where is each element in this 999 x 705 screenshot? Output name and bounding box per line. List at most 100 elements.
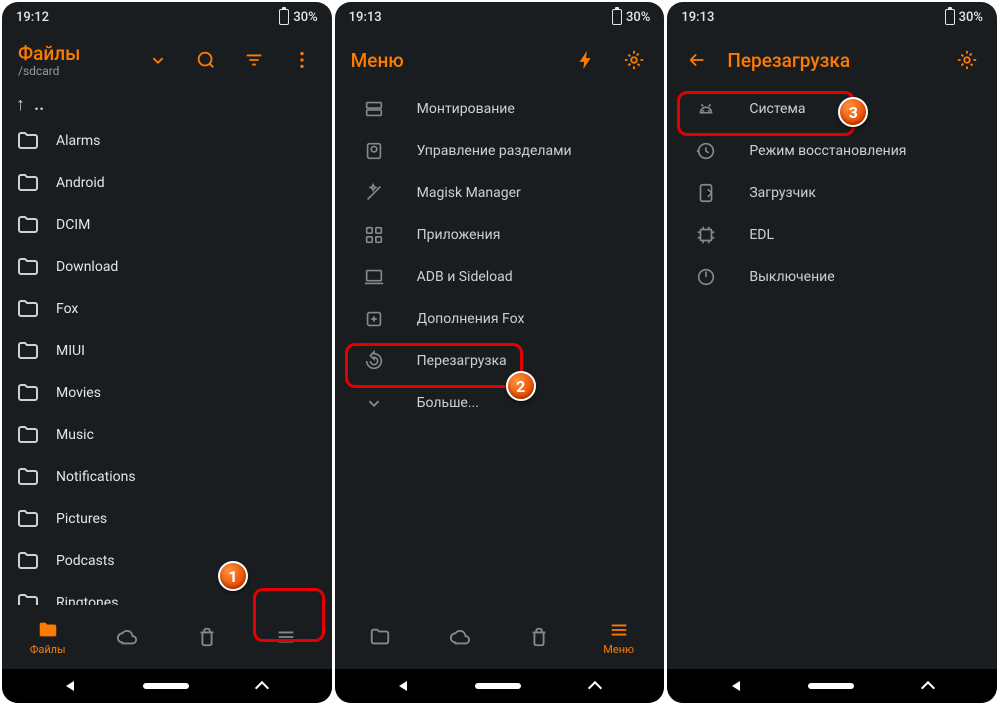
file-row[interactable]: Ringtones xyxy=(2,582,332,605)
search-button[interactable] xyxy=(184,38,228,82)
nav-menu-label: Меню xyxy=(603,643,634,656)
header-title: Файлы xyxy=(18,42,136,65)
header-title: Меню xyxy=(351,49,565,72)
header: Файлы /sdcard xyxy=(2,32,332,88)
menu-label: Режим восстановления xyxy=(749,143,906,159)
file-row[interactable]: Pictures xyxy=(2,498,332,540)
nav-menu[interactable] xyxy=(246,626,325,648)
sys-home[interactable] xyxy=(475,683,521,689)
more-icon xyxy=(363,392,385,414)
sys-home[interactable] xyxy=(808,683,854,689)
file-row[interactable]: Movies xyxy=(2,372,332,414)
reboot-menu-item[interactable]: Система xyxy=(667,88,997,130)
menu-item[interactable]: ADB и Sideload xyxy=(335,256,665,298)
reboot-menu-item[interactable]: Выключение xyxy=(667,256,997,298)
nav-cloud[interactable] xyxy=(420,626,499,648)
status-time: 19:13 xyxy=(349,10,382,25)
bottom-nav: Файлы xyxy=(2,605,332,669)
reboot-menu-item[interactable]: EDL xyxy=(667,214,997,256)
battery-icon xyxy=(279,9,289,25)
file-row[interactable]: Fox xyxy=(2,288,332,330)
file-row[interactable]: Android xyxy=(2,162,332,204)
nav-cloud[interactable] xyxy=(87,626,166,648)
menu-item[interactable]: Дополнения Fox xyxy=(335,298,665,340)
menu-label: Перезагрузка xyxy=(417,353,507,369)
status-time: 19:13 xyxy=(681,10,714,25)
cloud-icon xyxy=(116,626,138,648)
reboot-menu-item[interactable]: Режим восстановления xyxy=(667,130,997,172)
status-time: 19:12 xyxy=(16,10,49,25)
sys-recent[interactable] xyxy=(590,679,600,693)
sys-home[interactable] xyxy=(143,683,189,689)
menu-item[interactable]: Больше... xyxy=(335,382,665,424)
menu-item[interactable]: Управление разделами xyxy=(335,130,665,172)
dropdown-button[interactable] xyxy=(136,38,180,82)
file-row[interactable]: Podcasts xyxy=(2,540,332,582)
menu-label: Приложения xyxy=(417,227,501,243)
cloud-icon xyxy=(449,626,471,648)
file-row[interactable]: Alarms xyxy=(2,120,332,162)
header-subtitle: /sdcard xyxy=(18,64,136,78)
nav-files[interactable] xyxy=(341,626,420,648)
file-row[interactable]: DCIM xyxy=(2,204,332,246)
addon-icon xyxy=(363,308,385,330)
sys-back[interactable] xyxy=(732,681,740,691)
header-title-block[interactable]: Файлы /sdcard xyxy=(10,42,136,78)
nav-files-label: Файлы xyxy=(30,643,66,656)
menu-item[interactable]: Перезагрузка xyxy=(335,340,665,382)
folder-icon xyxy=(16,297,40,321)
nav-trash[interactable] xyxy=(500,626,579,648)
sys-back[interactable] xyxy=(399,681,407,691)
file-row[interactable]: Download xyxy=(2,246,332,288)
menu-label: Дополнения Fox xyxy=(417,311,525,327)
menu-icon xyxy=(275,626,297,648)
back-button[interactable] xyxy=(675,38,719,82)
file-row[interactable]: MIUI xyxy=(2,330,332,372)
folder-icon xyxy=(16,171,40,195)
header-title-block: Меню xyxy=(343,49,565,72)
menu-item[interactable]: Монтирование xyxy=(335,88,665,130)
system-nav xyxy=(335,669,665,703)
folder-icon xyxy=(37,619,59,641)
folder-icon xyxy=(16,591,40,605)
folder-icon xyxy=(369,626,391,648)
gear-icon xyxy=(956,49,978,71)
file-row[interactable]: Notifications xyxy=(2,456,332,498)
sys-back[interactable] xyxy=(66,681,74,691)
file-row[interactable]: ↑ .. xyxy=(2,88,332,120)
status-right: 30% xyxy=(945,9,983,25)
menu-label: Монтирование xyxy=(417,101,515,117)
power-icon xyxy=(695,266,717,288)
sys-recent[interactable] xyxy=(923,679,933,693)
bottom-nav: Меню xyxy=(335,605,665,669)
menu-item[interactable]: Приложения xyxy=(335,214,665,256)
file-name: Ringtones xyxy=(56,595,118,605)
nav-files[interactable]: Файлы xyxy=(8,619,87,656)
status-bar: 19:13 30% xyxy=(667,2,997,32)
sort-button[interactable] xyxy=(232,38,276,82)
mount-icon xyxy=(363,98,385,120)
settings-button[interactable] xyxy=(945,38,989,82)
reboot-menu-item[interactable]: Загрузчик xyxy=(667,172,997,214)
menu-item[interactable]: Magisk Manager xyxy=(335,172,665,214)
sys-recent[interactable] xyxy=(257,679,267,693)
file-name: Fox xyxy=(56,301,78,317)
header-title: Перезагрузка xyxy=(727,49,945,72)
settings-button[interactable] xyxy=(612,38,656,82)
reboot-menu-list: Система Режим восстановления ЗагрузчикEDLВ… xyxy=(667,88,997,669)
menu-label: Magisk Manager xyxy=(417,185,521,201)
nav-menu[interactable]: Меню xyxy=(579,619,658,656)
flash-button[interactable] xyxy=(564,38,608,82)
file-name: Android xyxy=(56,175,105,191)
file-row[interactable]: Music xyxy=(2,414,332,456)
file-name: Music xyxy=(56,427,94,443)
phone-screen-1: 19:12 30% Файлы /sdcard ↑ ..AlarmsAndroi… xyxy=(2,2,332,703)
back-icon xyxy=(686,49,708,71)
system-nav xyxy=(667,669,997,703)
nav-trash[interactable] xyxy=(167,626,246,648)
folder-icon xyxy=(16,549,40,573)
history-icon xyxy=(695,140,717,162)
battery-icon xyxy=(612,9,622,25)
more-button[interactable] xyxy=(280,38,324,82)
chip-icon xyxy=(695,224,717,246)
